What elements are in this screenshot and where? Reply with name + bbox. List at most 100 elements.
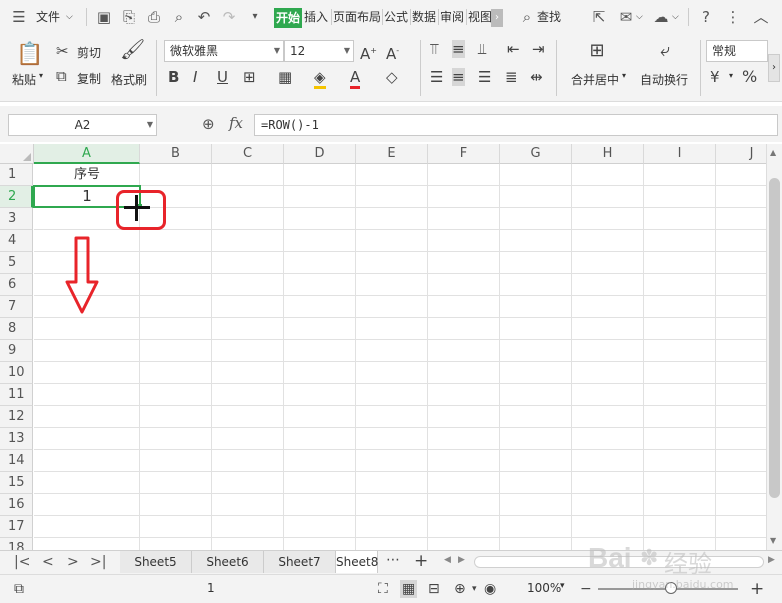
cloud-icon[interactable]: ☁ (652, 8, 670, 26)
chevron-down-icon[interactable]: ▾ (729, 71, 733, 80)
prev-sheet-icon[interactable]: < (42, 554, 54, 570)
cell-A1[interactable]: 序号 (34, 164, 140, 186)
row-header-17[interactable]: 17 (0, 516, 33, 538)
indent-increase-icon[interactable]: ⇥ (532, 40, 545, 58)
chevron-down-icon[interactable]: ▾ (560, 581, 565, 591)
spreadsheet-grid[interactable]: ABCDEFGHIJ 1 2 3 4 5 6 7 8 9 10 11 12 13 14 15 16 17 18 序… (0, 144, 766, 550)
fill-color-icon[interactable]: ◈ (314, 68, 326, 89)
column-header-d[interactable]: D (284, 144, 356, 164)
row-header-15[interactable]: 15 (0, 472, 33, 494)
scroll-up-icon[interactable]: ▲ (770, 148, 776, 157)
tabs-scroll-right-icon[interactable]: › (491, 9, 503, 27)
number-format-select[interactable]: 常规 (706, 40, 768, 62)
currency-icon[interactable]: ¥ (710, 68, 720, 86)
ribbon-scroll-right-icon[interactable]: › (768, 54, 780, 82)
more-icon[interactable]: ▾ (246, 8, 264, 26)
tab-formula[interactable]: 公式 (384, 9, 408, 25)
paste-button[interactable]: 粘贴 (12, 71, 36, 88)
undo-icon[interactable]: ↶ (195, 8, 213, 26)
column-header-c[interactable]: C (212, 144, 284, 164)
tab-view[interactable]: 视图 (468, 9, 492, 25)
mail-icon[interactable]: ✉ (617, 8, 635, 26)
export-icon[interactable]: ⎘ (120, 8, 138, 26)
row-header-13[interactable]: 13 (0, 428, 33, 450)
share-icon[interactable]: ⇱ (590, 8, 608, 26)
font-size-select[interactable]: 12 ▼ (284, 40, 354, 62)
column-header-f[interactable]: F (428, 144, 500, 164)
align-center-icon[interactable]: ≡ (452, 68, 465, 86)
normal-view-icon[interactable]: ▦ (400, 580, 418, 598)
row-header-10[interactable]: 10 (0, 362, 33, 384)
select-all-corner[interactable] (0, 144, 34, 164)
collapse-ribbon-icon[interactable]: ︿ (752, 8, 770, 26)
indent-decrease-icon[interactable]: ⇤ (507, 40, 520, 58)
vertical-scrollbar[interactable]: ▲ ▼ (766, 144, 782, 550)
tab-review[interactable]: 审阅 (440, 9, 464, 25)
fx-icon[interactable]: fx (229, 114, 243, 132)
page-break-view-icon[interactable]: ⊟ (428, 580, 440, 598)
tab-home[interactable]: 开始 (274, 8, 302, 28)
save-icon[interactable]: ▣ (95, 8, 113, 26)
name-box[interactable]: A2 ▼ (8, 114, 157, 136)
row-header-16[interactable]: 16 (0, 494, 33, 516)
vertical-scroll-thumb[interactable] (769, 178, 780, 498)
underline-icon[interactable]: U (217, 68, 228, 86)
sheet-tab-sheet7[interactable]: Sheet7 (264, 551, 336, 573)
last-sheet-icon[interactable]: >| (90, 554, 106, 570)
increase-font-icon[interactable]: A+ (360, 42, 377, 63)
chevron-down-icon[interactable]: ⌵ (672, 9, 679, 25)
row-header-18[interactable]: 18 (0, 538, 33, 550)
fullscreen-icon[interactable]: ⛶ (378, 580, 388, 598)
font-color-icon[interactable]: A (350, 68, 361, 89)
sheet-tab-sheet8[interactable]: Sheet8 (336, 551, 378, 573)
sheet-tab-sheet5[interactable]: Sheet5 (120, 551, 192, 573)
copy-icon[interactable]: ⧉ (56, 67, 67, 85)
decrease-font-icon[interactable]: A- (386, 42, 399, 63)
row-header-4[interactable]: 4 (0, 230, 33, 252)
percent-button[interactable]: % (742, 68, 757, 86)
column-header-g[interactable]: G (500, 144, 572, 164)
print-icon[interactable]: ⎙ (145, 8, 163, 26)
cut-button[interactable]: 剪切 (77, 44, 101, 61)
add-sheet-icon[interactable]: + (414, 551, 428, 571)
tab-data[interactable]: 数据 (412, 9, 436, 25)
row-header-14[interactable]: 14 (0, 450, 33, 472)
chevron-down-icon[interactable]: ⌵ (66, 9, 73, 25)
more-options-icon[interactable]: ⋮ (724, 8, 742, 26)
column-header-j[interactable]: J (716, 144, 766, 164)
italic-icon[interactable]: I (193, 68, 197, 86)
column-header-h[interactable]: H (572, 144, 644, 164)
scissors-icon[interactable]: ✂ (56, 42, 69, 60)
row-header-3[interactable]: 3 (0, 208, 33, 230)
align-top-icon[interactable]: ⫪ (430, 40, 438, 58)
column-header-b[interactable]: B (140, 144, 212, 164)
zoom-search-icon[interactable]: ⊕ (202, 115, 215, 133)
align-left-icon[interactable]: ☰ (430, 68, 443, 86)
column-header-a[interactable]: A (34, 144, 140, 164)
row-header-5[interactable]: 5 (0, 252, 33, 274)
column-header-i[interactable]: I (644, 144, 716, 164)
chevron-down-icon[interactable]: ⌵ (636, 9, 643, 25)
help-icon[interactable]: ? (697, 8, 715, 26)
more-sheets-icon[interactable]: ⋯ (386, 552, 400, 568)
menu-file[interactable]: 文件 (36, 9, 60, 25)
print-preview-icon[interactable]: ⌕ (170, 8, 188, 26)
zoom-level[interactable]: 100% (527, 581, 561, 595)
row-header-1[interactable]: 1 (0, 164, 33, 186)
border-icon[interactable]: ⊞ (243, 68, 256, 86)
sheet-tab-sheet6[interactable]: Sheet6 (192, 551, 264, 573)
search-label[interactable]: 查找 (537, 9, 561, 25)
bold-icon[interactable]: B (168, 68, 179, 86)
chevron-down-icon[interactable]: ▾ (472, 580, 477, 598)
tab-page-layout[interactable]: 页面布局 (333, 9, 381, 25)
row-header-8[interactable]: 8 (0, 318, 33, 340)
next-sheet-icon[interactable]: > (67, 554, 79, 570)
align-middle-icon[interactable]: ≡ (452, 40, 465, 58)
row-header-6[interactable]: 6 (0, 274, 33, 296)
merge-center-button[interactable]: 合并居中 (571, 71, 619, 88)
tab-insert[interactable]: 插入 (304, 9, 328, 25)
row-header-11[interactable]: 11 (0, 384, 33, 406)
row-header-12[interactable]: 12 (0, 406, 33, 428)
chevron-down-icon[interactable]: ▾ (39, 71, 43, 80)
hscroll-right-icon[interactable]: ▶ (458, 555, 465, 565)
